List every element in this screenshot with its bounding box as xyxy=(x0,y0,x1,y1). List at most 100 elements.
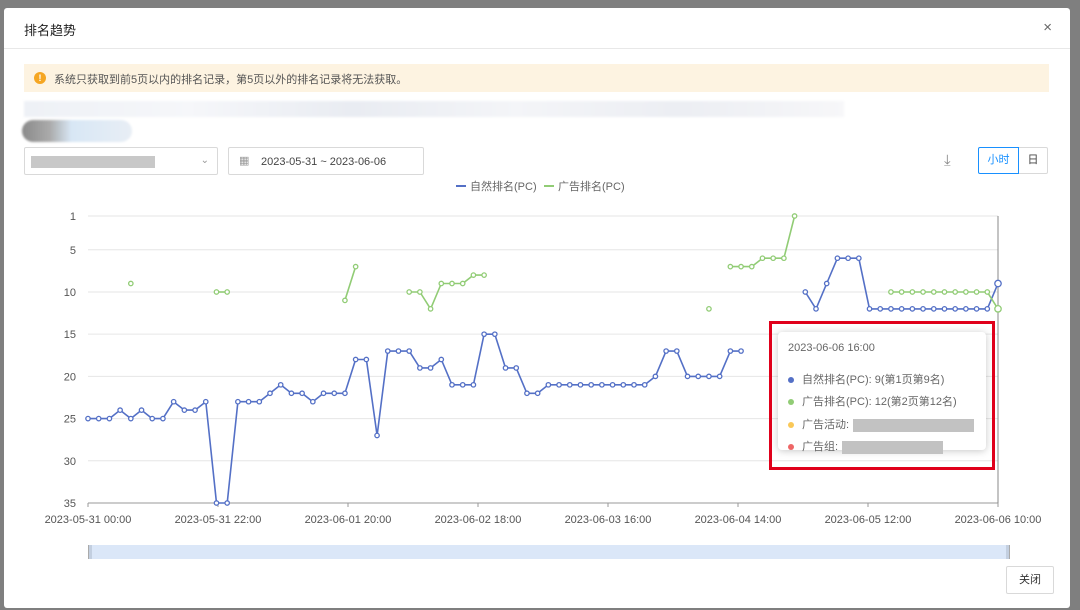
natural-rank-point xyxy=(631,381,637,388)
natural-rank-point xyxy=(181,407,188,413)
natural-rank-point xyxy=(984,306,991,312)
natural-rank-point xyxy=(684,373,691,380)
natural-rank-point xyxy=(920,306,926,312)
natural-rank-point xyxy=(459,381,466,388)
ad-rank-point xyxy=(941,289,948,295)
y-tick-label: 15 xyxy=(64,329,76,341)
natural-rank-point xyxy=(85,415,91,422)
natural-rank-point xyxy=(106,415,113,422)
ad-rank-point xyxy=(748,263,755,270)
natural-rank-point xyxy=(202,398,209,405)
highlight-box xyxy=(769,321,995,470)
natural-rank-point xyxy=(127,415,134,422)
ad-rank-point xyxy=(706,306,712,312)
x-tick-label: 2023-06-03 16:00 xyxy=(565,514,652,526)
natural-rank-point xyxy=(213,500,220,506)
natural-rank-point xyxy=(695,373,702,380)
natural-rank-point xyxy=(609,381,616,388)
ad-rank-point xyxy=(427,306,434,312)
ad-rank-point xyxy=(781,255,787,262)
ad-rank-point xyxy=(888,289,894,295)
natural-rank-point xyxy=(845,255,851,262)
natural-rank-point xyxy=(470,381,477,388)
close-button[interactable]: 关闭 xyxy=(1006,566,1054,594)
natural-rank-point xyxy=(170,398,177,405)
natural-rank-point xyxy=(524,390,530,397)
natural-rank-point xyxy=(449,381,455,388)
natural-rank-line-segment xyxy=(804,257,999,310)
natural-rank-point xyxy=(192,407,198,413)
natural-rank-point xyxy=(706,373,712,380)
natural-rank-point xyxy=(427,365,434,371)
natural-rank-point xyxy=(331,390,338,397)
natural-rank-point xyxy=(588,381,595,388)
natural-rank-point xyxy=(513,365,520,371)
natural-rank-point xyxy=(256,398,263,405)
ad-rank-line-segment xyxy=(344,266,357,301)
ad-rank-point xyxy=(759,255,766,262)
natural-rank-point xyxy=(417,365,423,371)
natural-rank-point xyxy=(149,415,156,422)
ad-rank-point xyxy=(920,289,926,295)
ad-rank-point xyxy=(973,289,980,295)
zoom-handle-left[interactable] xyxy=(89,545,92,559)
ad-rank-point xyxy=(727,263,734,270)
natural-rank-point xyxy=(566,381,573,388)
natural-rank-point xyxy=(342,390,348,397)
natural-rank-point xyxy=(802,289,809,295)
natural-rank-legend-label: 自然排名(PC) xyxy=(470,179,537,193)
x-tick-label: 2023-06-01 20:00 xyxy=(305,514,392,526)
natural-rank-point xyxy=(963,306,969,312)
natural-rank-point xyxy=(117,407,123,413)
natural-rank-point xyxy=(973,306,980,312)
ad-rank-point xyxy=(909,289,916,295)
natural-rank-point xyxy=(599,381,605,388)
natural-rank-point xyxy=(363,356,370,363)
ad-rank-point xyxy=(438,280,445,287)
natural-rank-point xyxy=(491,331,498,338)
ad-rank-legend-label: 广告排名(PC) xyxy=(558,179,625,193)
natural-rank-point xyxy=(909,306,916,312)
data-zoom-slider[interactable] xyxy=(88,545,1010,559)
natural-rank-point xyxy=(502,365,509,371)
natural-rank-point xyxy=(888,306,894,312)
ad-rank-point xyxy=(406,289,413,295)
ad-rank-point xyxy=(963,289,969,295)
natural-rank-point xyxy=(534,390,541,397)
y-tick-label: 25 xyxy=(64,414,76,426)
natural-rank-point xyxy=(545,381,552,388)
ad-rank-point xyxy=(791,213,798,219)
natural-rank-point xyxy=(352,356,359,363)
y-tick-label: 10 xyxy=(64,287,76,299)
natural-rank-point xyxy=(138,407,145,413)
natural-rank-point xyxy=(823,280,830,287)
natural-rank-point xyxy=(267,390,273,397)
natural-rank-point xyxy=(288,390,295,397)
y-tick-label: 30 xyxy=(64,456,76,468)
x-tick-label: 2023-06-06 10:00 xyxy=(955,514,1042,526)
x-tick-label: 2023-05-31 00:00 xyxy=(45,514,132,526)
natural-rank-point xyxy=(160,415,166,422)
natural-rank-point xyxy=(834,255,841,262)
natural-rank-point xyxy=(245,398,252,405)
natural-rank-point xyxy=(738,348,744,354)
natural-rank-point xyxy=(235,398,241,405)
natural-rank-point xyxy=(438,356,445,363)
natural-rank-point xyxy=(663,348,669,354)
x-tick-label: 2023-06-02 18:00 xyxy=(435,514,522,526)
natural-rank-point xyxy=(866,306,873,312)
zoom-handle-right[interactable] xyxy=(1006,545,1009,559)
natural-rank-point xyxy=(727,348,734,354)
natural-rank-point xyxy=(620,381,627,388)
natural-rank-point xyxy=(855,255,862,262)
natural-rank-point xyxy=(384,348,391,354)
ad-rank-point xyxy=(481,272,487,278)
natural-rank-point xyxy=(952,306,959,312)
natural-rank-point xyxy=(320,390,327,397)
y-tick-label: 5 xyxy=(70,245,76,257)
ad-rank-point xyxy=(994,305,1002,313)
natural-rank-point xyxy=(930,306,937,312)
ad-rank-point xyxy=(224,289,231,295)
x-tick-label: 2023-06-05 12:00 xyxy=(825,514,912,526)
rank-trend-modal: 排名趋势 × ! 系统只获取到前5页以内的排名记录，第5页以外的排名记录将无法获… xyxy=(4,8,1070,608)
